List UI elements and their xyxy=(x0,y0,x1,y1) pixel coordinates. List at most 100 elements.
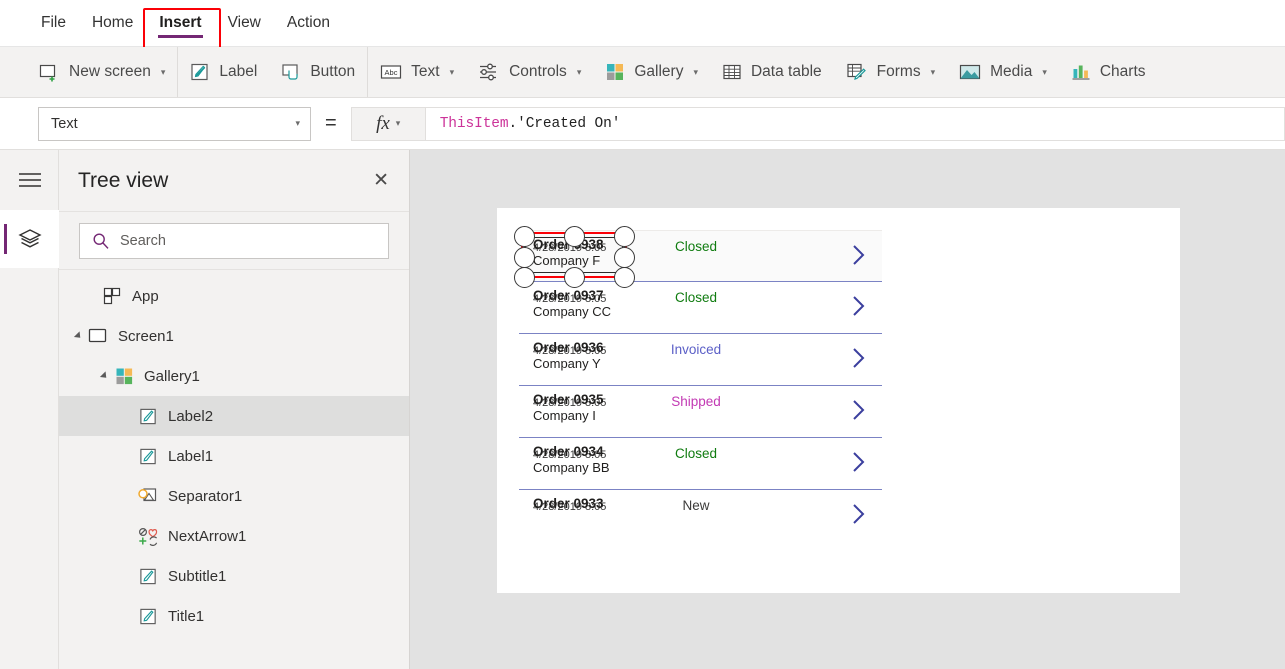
ribbon-text-menu[interactable]: Abc Text ▾ xyxy=(368,47,466,97)
forms-icon xyxy=(846,62,868,82)
ribbon-button-button[interactable]: Button xyxy=(269,47,367,97)
formula-token-dot: . xyxy=(508,115,518,132)
ribbon-item-label: Gallery xyxy=(634,63,684,80)
tree-item-label: Subtitle1 xyxy=(168,567,227,585)
label-icon xyxy=(137,407,159,426)
row-subtitle: Company CC xyxy=(533,304,612,319)
gallery-clip-mask xyxy=(519,524,882,530)
tree-view-rail-button[interactable] xyxy=(0,210,59,268)
tree-item-screen1[interactable]: Screen1 xyxy=(59,316,409,356)
tree-item-label2[interactable]: Label2 xyxy=(59,396,409,436)
new-screen-icon xyxy=(38,61,60,83)
tree-item-label: Separator1 xyxy=(168,487,243,505)
ribbon-controls-menu[interactable]: Controls ▾ xyxy=(466,47,593,97)
ribbon-item-label: Charts xyxy=(1099,63,1146,80)
tree-item-gallery1[interactable]: Gallery1 xyxy=(59,356,409,396)
charts-bar-icon xyxy=(1071,63,1091,81)
row-status: Shipped xyxy=(671,394,721,409)
ribbon-item-label: Forms xyxy=(876,63,921,80)
tree-item-nextarrow1[interactable]: NextArrow1 xyxy=(59,516,409,556)
app-canvas: 4/28/2019 8:05 Order 0938 Company F Clos… xyxy=(410,150,1285,669)
left-icon-rail xyxy=(0,150,59,669)
tree-item-label: Title1 xyxy=(168,607,205,625)
hamburger-icon xyxy=(18,173,41,187)
ribbon-item-label: Data table xyxy=(750,63,822,80)
menu-item-view[interactable]: View xyxy=(215,0,274,46)
next-arrow-icon[interactable] xyxy=(848,293,870,319)
chevron-down-icon: ▾ xyxy=(576,66,582,77)
row-title: Order 0936 xyxy=(533,340,604,355)
tree-expander-icon[interactable] xyxy=(97,369,111,383)
tree-view-panel: Tree view ✕ Search App Screen1 Gallery1 … xyxy=(59,150,410,669)
property-selector-value: Text xyxy=(51,115,78,132)
tree-search-row: Search xyxy=(59,212,409,270)
menu-item-insert[interactable]: Insert xyxy=(146,0,214,46)
screen1-surface[interactable]: 4/28/2019 8:05 Order 0938 Company F Clos… xyxy=(497,208,1180,593)
resize-handle-bottom-center[interactable] xyxy=(564,267,585,288)
tree-item-title1[interactable]: Title1 xyxy=(59,596,409,636)
active-tab-underline xyxy=(158,35,203,38)
label-icon xyxy=(137,447,159,466)
resize-handle-top-left[interactable] xyxy=(514,226,535,247)
row-subtitle: Company I xyxy=(533,408,596,423)
row-subtitle: Company BB xyxy=(533,460,610,475)
fx-button[interactable]: fx ▾ xyxy=(350,106,426,141)
media-image-icon xyxy=(959,63,981,81)
search-input[interactable]: Search xyxy=(79,222,389,259)
ribbon-data-table-button[interactable]: Data table xyxy=(710,47,834,97)
tree-item-label1[interactable]: Label1 xyxy=(59,436,409,476)
gallery-row[interactable]: 4/28/2019 8:05 Order 0935 Company I Ship… xyxy=(519,386,882,438)
active-indicator xyxy=(4,224,7,254)
menu-item-home[interactable]: Home xyxy=(79,0,146,46)
tree-item-label: Screen1 xyxy=(118,327,174,345)
menu-item-action[interactable]: Action xyxy=(274,0,343,46)
tree-item-subtitle1[interactable]: Subtitle1 xyxy=(59,556,409,596)
row-status: New xyxy=(682,498,710,513)
ribbon-label-button[interactable]: Label xyxy=(178,47,269,97)
ribbon-charts-menu[interactable]: Charts xyxy=(1059,47,1158,97)
gallery-icon xyxy=(113,367,135,386)
gallery-grid-icon xyxy=(605,62,625,82)
close-icon[interactable]: ✕ xyxy=(369,167,393,194)
tree-item-label: Label1 xyxy=(168,447,214,465)
ribbon-gallery-menu[interactable]: Gallery ▾ xyxy=(593,47,710,97)
tree-item-separator1[interactable]: Separator1 xyxy=(59,476,409,516)
menu-item-file[interactable]: File xyxy=(28,0,79,46)
next-arrow-icon[interactable] xyxy=(848,449,870,475)
formula-token-object: ThisItem xyxy=(439,115,509,132)
chevron-down-icon: ▾ xyxy=(930,66,936,77)
ribbon-media-menu[interactable]: Media ▾ xyxy=(947,47,1059,97)
power-apps-studio: File Home Insert View Action New screen … xyxy=(0,0,1285,669)
ribbon-item-label: Controls xyxy=(509,63,567,80)
next-arrow-icon xyxy=(137,527,159,546)
resize-handle-top-center[interactable] xyxy=(564,226,585,247)
hamburger-menu-button[interactable] xyxy=(0,150,59,210)
tree-item-label: Gallery1 xyxy=(144,367,200,385)
selection-adorner[interactable] xyxy=(514,226,635,288)
fx-label: fx xyxy=(376,112,390,134)
ribbon-forms-menu[interactable]: Forms ▾ xyxy=(834,47,947,97)
resize-handle-bottom-left[interactable] xyxy=(514,267,535,288)
resize-handle-top-right[interactable] xyxy=(614,226,635,247)
formula-token-field: 'Created On' xyxy=(517,115,621,132)
gallery-row[interactable]: 4/28/2019 8:05 Order 0936 Company Y Invo… xyxy=(519,334,882,386)
resize-handle-bottom-right[interactable] xyxy=(614,267,635,288)
property-selector[interactable]: Text ▾ xyxy=(38,106,311,141)
label-icon xyxy=(137,607,159,626)
text-abc-icon: Abc xyxy=(380,63,402,81)
equals-sign: = xyxy=(325,112,337,134)
formula-input[interactable]: ThisItem. 'Created On' xyxy=(425,106,1285,141)
tree-expander-icon[interactable] xyxy=(71,329,85,343)
separator-icon xyxy=(137,487,159,506)
next-arrow-icon[interactable] xyxy=(848,242,870,268)
tree-item-app[interactable]: App xyxy=(59,276,409,316)
ribbon-new-screen-button[interactable]: New screen ▾ xyxy=(26,47,177,97)
next-arrow-icon[interactable] xyxy=(848,397,870,423)
gallery-row[interactable]: 4/28/2019 8:05 Order 0937 Company CC Clo… xyxy=(519,282,882,334)
ribbon-item-label: Label xyxy=(219,63,258,80)
resize-handle-middle-left[interactable] xyxy=(514,247,535,268)
resize-handle-middle-right[interactable] xyxy=(614,247,635,268)
chevron-down-icon: ▾ xyxy=(160,66,166,77)
next-arrow-icon[interactable] xyxy=(848,345,870,371)
gallery-row[interactable]: 4/28/2019 8:05 Order 0934 Company BB Clo… xyxy=(519,438,882,490)
